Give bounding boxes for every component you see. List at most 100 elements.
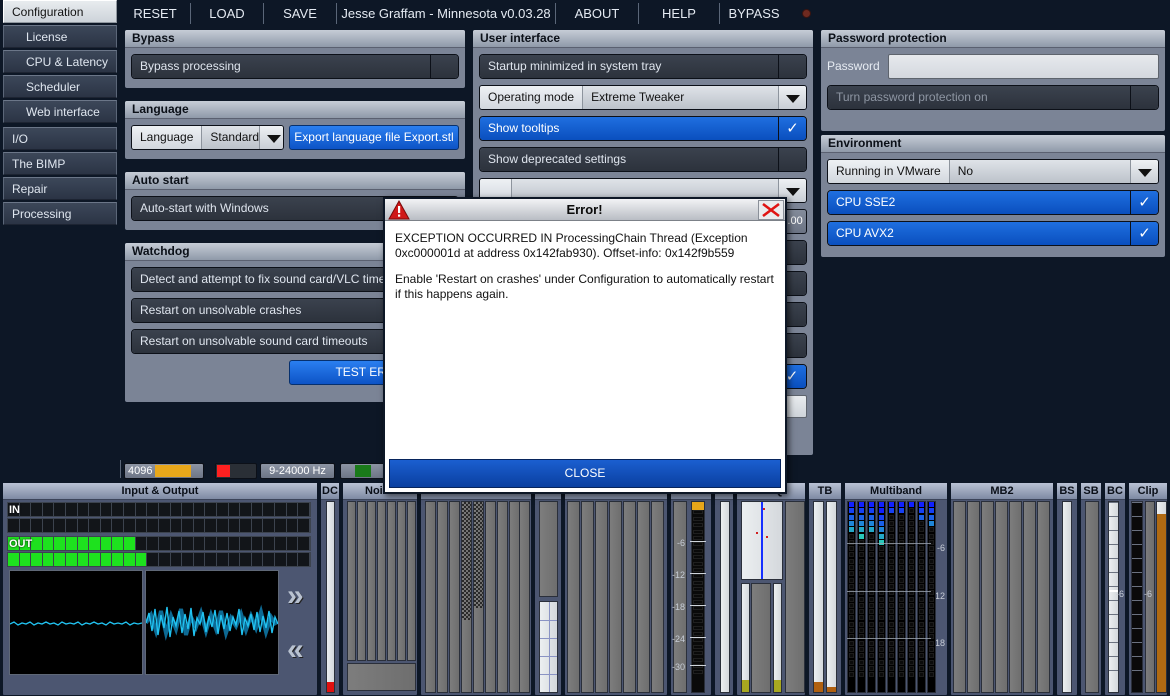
multiband-segment — [899, 577, 904, 583]
s3-bar — [623, 501, 636, 693]
sidebar-item-processing[interactable]: Processing — [3, 202, 117, 225]
meter-led — [263, 537, 276, 550]
chevron-down-icon[interactable] — [259, 126, 283, 149]
menu-item-load[interactable]: LOAD — [191, 0, 263, 27]
menu-item-reset[interactable]: RESET — [120, 0, 190, 27]
menu-item-help[interactable]: HELP — [639, 0, 719, 27]
multiband-segment — [909, 628, 914, 633]
warning-icon — [387, 199, 411, 220]
combo-running-in-vmware[interactable]: Running in VMware No — [827, 159, 1159, 184]
sidebar-item-configuration[interactable]: Configuration — [3, 0, 117, 23]
menu-item-about[interactable]: ABOUT — [556, 0, 638, 27]
status-indicator[interactable] — [340, 463, 386, 479]
toggle-cpu-avx2[interactable]: CPU AVX2 ✓ — [827, 221, 1159, 246]
panel-body-language: Language Standard Export language file E… — [125, 119, 465, 156]
multiband-segment — [899, 646, 904, 652]
buffer-fill — [155, 465, 191, 477]
scale-label: -24 — [671, 634, 685, 644]
meter-led — [124, 553, 136, 566]
multiband-segment — [929, 602, 934, 608]
sidebar-item-io[interactable]: I/O — [3, 127, 117, 150]
multiband-segment — [919, 527, 924, 533]
in-label: IN — [9, 504, 20, 516]
sidebar-item-scheduler[interactable]: Scheduler — [3, 75, 117, 98]
chevron-down-icon[interactable] — [778, 86, 806, 109]
meter-segment — [693, 580, 703, 585]
checkmark-icon[interactable]: ✓ — [779, 117, 806, 140]
chevron-down-icon[interactable] — [1130, 160, 1158, 183]
toggle-checkbox[interactable] — [779, 55, 806, 78]
multiband-segment — [859, 653, 864, 659]
toggle-checkbox[interactable] — [1131, 86, 1158, 109]
toggle-label: Show deprecated settings — [480, 148, 779, 171]
meter-led — [19, 553, 32, 566]
combo-value: Extreme Tweaker — [583, 86, 778, 109]
menu-item-title[interactable]: Jesse Graffam - Minnesota v0.03.28 — [337, 0, 555, 27]
menu-item-save[interactable]: SAVE — [264, 0, 336, 27]
multiband-segment — [869, 665, 874, 671]
beq-bar-left — [741, 583, 750, 693]
dialog-titlebar[interactable]: Error! — [385, 199, 785, 221]
toggle-checkbox[interactable] — [431, 55, 458, 78]
toggle-bypass-processing[interactable]: Bypass processing — [131, 54, 459, 79]
buffer-size-meter[interactable]: 4096 — [124, 463, 204, 479]
multiband-segment — [889, 527, 894, 533]
sidebar-item-the-bimp[interactable]: The BIMP — [3, 152, 117, 175]
meter-led — [101, 503, 113, 516]
toggle-turn-password-protection-on[interactable]: Turn password protection on — [827, 85, 1159, 110]
scroll-left-button[interactable]: « — [287, 633, 304, 667]
scroll-right-button[interactable]: » — [287, 579, 304, 613]
row-password-toggle: Turn password protection on — [827, 85, 1159, 110]
menu-item-bypass[interactable]: BYPASS — [720, 0, 788, 27]
noise-bar — [397, 501, 406, 661]
toggle-show-tooltips[interactable]: Show tooltips ✓ — [479, 116, 807, 141]
export-language-file-button[interactable]: Export language file Export.stl — [289, 125, 459, 150]
row-show-deprecated: Show deprecated settings — [479, 147, 807, 172]
dialog-close-button[interactable]: CLOSE — [389, 459, 781, 488]
sidebar-item-cpu-latency[interactable]: CPU & Latency — [3, 50, 117, 73]
toggle-checkbox[interactable] — [779, 148, 806, 171]
meter-segment — [693, 606, 703, 611]
multiband-segment — [909, 502, 914, 507]
s1-bar — [437, 501, 448, 693]
close-icon[interactable] — [758, 199, 784, 220]
multiband-segment — [889, 571, 894, 577]
row-running-in-vmware: Running in VMware No — [827, 159, 1159, 184]
multiband-segment — [879, 628, 884, 633]
multiband-segment — [919, 621, 924, 627]
multiband-segment — [859, 571, 864, 577]
meter-section-title: Input & Output — [3, 483, 317, 500]
row-operating-mode: Operating mode Extreme Tweaker — [479, 85, 807, 110]
sidebar-item-license[interactable]: License — [3, 25, 117, 48]
multiband-segment — [879, 533, 884, 539]
multiband-segment — [849, 514, 854, 520]
combo-operating-mode[interactable]: Operating mode Extreme Tweaker — [479, 85, 807, 110]
meter-section-title: Multiband — [845, 483, 947, 500]
multiband-segment — [919, 514, 924, 520]
password-input[interactable] — [887, 54, 1159, 79]
meter-section-noise: Noise — [342, 482, 418, 696]
combo-language[interactable]: Language Standard — [131, 125, 284, 150]
sb-bar — [1085, 501, 1099, 693]
meter-section-s4: -6 -12 -18 -24 -30 — [670, 482, 712, 696]
toggle-cpu-sse2[interactable]: CPU SSE2 ✓ — [827, 190, 1159, 215]
s3-bar — [609, 501, 622, 693]
multiband-segment — [899, 628, 904, 633]
checkmark-icon[interactable]: ✓ — [1131, 191, 1158, 214]
toggle-show-deprecated-settings[interactable]: Show deprecated settings — [479, 147, 807, 172]
meter-led — [171, 537, 183, 550]
multiband-meter-column — [877, 501, 886, 693]
multiband-segment — [859, 558, 864, 564]
multiband-segment — [889, 502, 894, 507]
sidebar-item-repair[interactable]: Repair — [3, 177, 117, 200]
multiband-segment — [879, 546, 884, 552]
multiband-segment — [889, 628, 894, 633]
toggle-startup-minimized-tray[interactable]: Startup minimized in system tray — [479, 54, 807, 79]
meter-led — [298, 553, 310, 566]
multiband-segment — [889, 672, 894, 678]
meter-led — [182, 537, 194, 550]
multiband-segment — [889, 615, 894, 621]
clip-indicator[interactable] — [215, 463, 257, 479]
sidebar-item-web-interface[interactable]: Web interface — [3, 100, 117, 123]
checkmark-icon[interactable]: ✓ — [1131, 222, 1158, 245]
